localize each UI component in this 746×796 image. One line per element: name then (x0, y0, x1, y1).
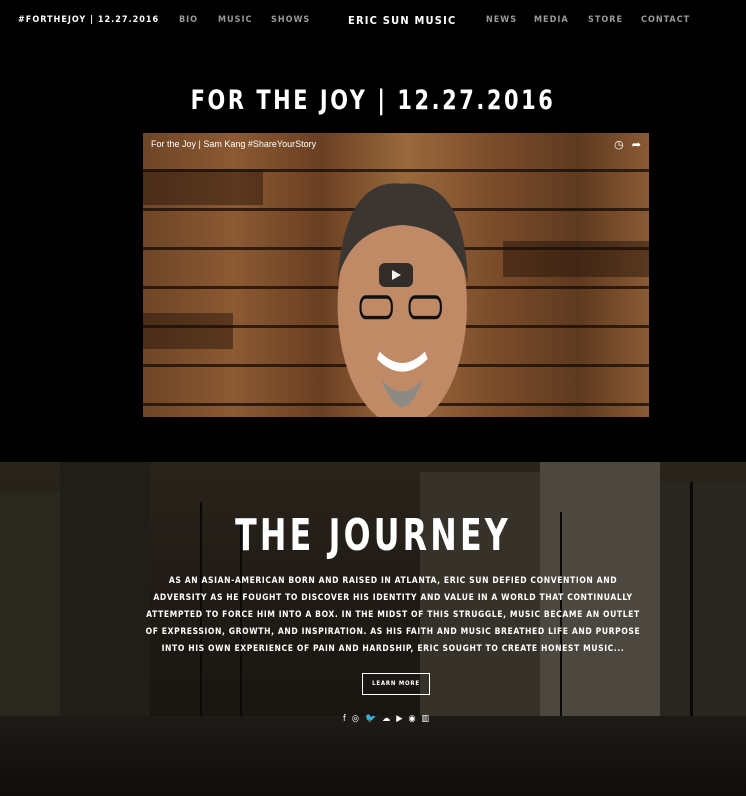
journey-description: AS AN ASIAN-AMERICAN BORN AND RAISED IN … (145, 576, 641, 654)
nav-music-link[interactable]: MUSIC (218, 15, 252, 25)
nav-forthejoy-link[interactable]: #FORTHEJOY | 12.27.2016 (18, 15, 159, 25)
learn-more-button[interactable]: LEARN MORE (362, 673, 430, 695)
watch-later-icon[interactable]: ◷ (614, 138, 624, 151)
nav-shows-link[interactable]: SHOWS (271, 15, 310, 25)
video-title[interactable]: For the Joy | Sam Kang #ShareYourStory (151, 139, 316, 149)
journey-title: THE JOURNEY (235, 510, 511, 561)
speaker-figure (337, 183, 468, 417)
youtube-icon[interactable]: ▶ (396, 714, 408, 724)
top-nav: #FORTHEJOY | 12.27.2016 BIO MUSIC SHOWS … (0, 0, 746, 44)
bandsintown-icon[interactable]: ▥ (422, 714, 436, 724)
site-brand[interactable]: ERIC SUN MUSIC (348, 14, 456, 27)
nav-store-link[interactable]: STORE (588, 15, 623, 25)
soundcloud-icon[interactable]: ☁ (382, 714, 396, 724)
spotify-icon[interactable]: ◉ (409, 714, 422, 724)
nav-contact-link[interactable]: CONTACT (641, 15, 690, 25)
youtube-video-embed[interactable]: For the Joy | Sam Kang #ShareYourStory ◷… (143, 133, 649, 417)
page-headline: FOR THE JOY | 12.27.2016 (190, 85, 556, 116)
play-button[interactable] (379, 263, 413, 287)
nav-bio-link[interactable]: BIO (179, 15, 198, 25)
facebook-icon[interactable]: f (343, 714, 352, 724)
twitter-icon[interactable]: 🐦 (365, 714, 382, 724)
nav-media-link[interactable]: MEDIA (534, 15, 569, 25)
nav-news-link[interactable]: NEWS (486, 15, 517, 25)
share-icon[interactable]: ➦ (632, 138, 641, 151)
instagram-icon[interactable]: ◎ (352, 714, 365, 724)
social-links: f◎🐦☁▶◉▥ (343, 714, 453, 724)
